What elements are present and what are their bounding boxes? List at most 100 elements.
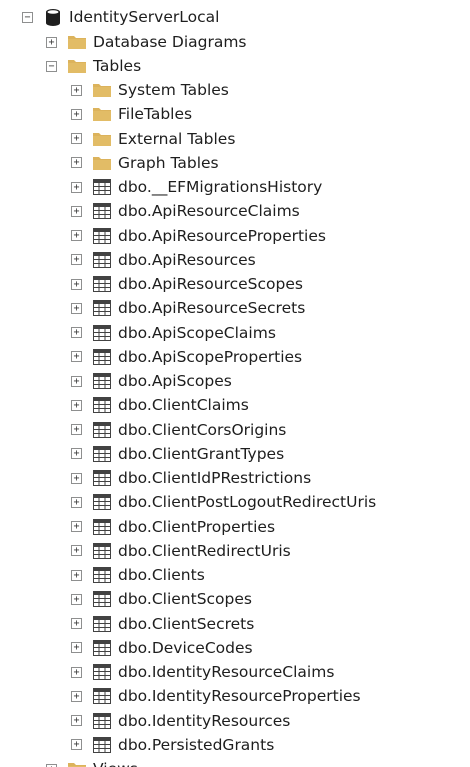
tree-node-table[interactable]: + dbo.Clients [71, 563, 205, 587]
expand-toggle[interactable]: + [71, 618, 82, 629]
tree-node-database[interactable]: − IdentityServerLocal [22, 5, 219, 29]
expand-toggle[interactable]: + [71, 545, 82, 557]
expand-toggle[interactable]: + [71, 399, 82, 411]
tree-node-table[interactable]: + dbo.ApiResources [71, 248, 256, 272]
folder-icon [92, 81, 112, 99]
table-icon [92, 372, 112, 390]
tree-node-table[interactable]: + dbo.ApiResourceClaims [71, 199, 300, 223]
tree-node-label: External Tables [118, 129, 236, 148]
table-icon [92, 712, 112, 730]
tree-node-label: dbo.ApiResourceClaims [118, 202, 300, 221]
expand-toggle[interactable]: + [71, 642, 82, 654]
table-icon [92, 663, 112, 681]
tree-node-label: dbo.ClientPostLogoutRedirectUris [118, 493, 377, 512]
tree-node-table[interactable]: + dbo.PersistedGrants [71, 733, 274, 757]
tree-node-table[interactable]: + dbo.IdentityResourceClaims [71, 660, 334, 684]
tree-node-label: Database Diagrams [93, 33, 247, 51]
tree-node-table[interactable]: + dbo.ClientSecrets [71, 612, 254, 636]
table-icon [92, 566, 112, 584]
table-icon [92, 615, 112, 633]
tree-node-label: dbo.ApiScopes [118, 372, 232, 390]
expand-toggle[interactable]: + [46, 36, 57, 48]
tree-node-table[interactable]: + dbo.ClientGrantTypes [71, 442, 284, 466]
tree-node-table[interactable]: + dbo.ClientPostLogoutRedirectUris [71, 490, 376, 514]
expand-toggle[interactable]: + [71, 496, 82, 508]
tree-node-table[interactable]: + dbo.ApiScopes [71, 369, 232, 393]
tree-node-table-folder[interactable]: + FileTables [71, 102, 192, 126]
tree-node-table[interactable]: + dbo.IdentityResources [71, 709, 290, 733]
table-icon [92, 518, 112, 536]
table-icon [92, 590, 112, 608]
expand-toggle[interactable]: + [71, 302, 82, 314]
expand-toggle[interactable]: + [71, 230, 82, 241]
tree-node-label: dbo.ClientSecrets [118, 614, 255, 633]
tree-node-label: dbo.ApiScopeClaims [118, 323, 276, 342]
table-icon [92, 202, 112, 220]
tree-node-label: dbo.__EFMigrationsHistory [118, 178, 323, 196]
tree-node-table-folder[interactable]: + External Tables [71, 127, 235, 151]
expand-toggle[interactable]: + [71, 472, 82, 484]
tree-node-database-diagrams[interactable]: + Database Diagrams [46, 30, 247, 54]
expand-toggle[interactable]: + [71, 666, 82, 678]
expand-toggle[interactable]: + [71, 424, 82, 435]
expand-toggle[interactable]: + [71, 351, 82, 363]
tree-node-label: dbo.DeviceCodes [118, 638, 253, 657]
tree-node-views[interactable]: + Views [46, 757, 166, 767]
tree-node-table[interactable]: + dbo.ClientCorsOrigins [71, 418, 286, 442]
table-icon [92, 299, 112, 317]
expand-toggle[interactable]: + [71, 327, 82, 338]
table-icon [92, 348, 112, 366]
expand-toggle[interactable]: + [71, 157, 82, 169]
folder-icon [92, 105, 112, 123]
tree-node-table[interactable]: + dbo.__EFMigrationsHistory [71, 175, 322, 199]
collapse-toggle[interactable]: − [46, 60, 57, 72]
tree-node-table[interactable]: + dbo.ApiResourceProperties [71, 224, 326, 248]
table-icon [92, 736, 112, 754]
tree-node-label: dbo.ApiResourceSecrets [118, 299, 306, 318]
expand-toggle[interactable]: + [71, 84, 82, 96]
expand-toggle[interactable]: + [71, 205, 82, 217]
tree-node-table-folder[interactable]: + Graph Tables [71, 151, 219, 175]
tree-node-label: dbo.ClientRedirectUris [118, 541, 291, 560]
expand-toggle[interactable]: + [71, 448, 82, 460]
tree-node-label: System Tables [118, 81, 229, 99]
tree-node-table[interactable]: + dbo.ClientClaims [71, 393, 249, 417]
expand-toggle[interactable]: + [71, 254, 82, 266]
expand-toggle[interactable]: + [71, 569, 82, 581]
expand-toggle[interactable]: + [71, 690, 82, 702]
table-icon [92, 445, 112, 463]
tree-node-table[interactable]: + dbo.ClientProperties [71, 515, 275, 539]
tree-node-label: Graph Tables [118, 153, 219, 172]
expand-toggle[interactable]: + [71, 593, 82, 605]
expand-toggle[interactable]: + [46, 763, 57, 767]
tree-node-table[interactable]: + dbo.DeviceCodes [71, 636, 253, 660]
database-icon [43, 8, 63, 26]
table-icon [92, 251, 112, 269]
expand-toggle[interactable]: + [71, 521, 82, 532]
tree-node-label: dbo.ClientProperties [118, 517, 276, 536]
tree-node-label: dbo.ClientIdPRestrictions [118, 469, 312, 487]
expand-toggle[interactable]: + [71, 739, 82, 751]
tree-node-tables[interactable]: − Tables [46, 54, 141, 78]
expand-toggle[interactable]: + [71, 715, 82, 726]
expand-toggle[interactable]: + [71, 133, 82, 144]
tree-node-table[interactable]: + dbo.IdentityResourceProperties [71, 684, 361, 708]
tree-node-label: dbo.ApiResourceProperties [118, 226, 326, 245]
expand-toggle[interactable]: + [71, 375, 82, 387]
expand-toggle[interactable]: + [71, 278, 82, 290]
tree-node-table[interactable]: + dbo.ApiScopeProperties [71, 345, 302, 369]
tree-node-table[interactable]: + dbo.ClientIdPRestrictions [71, 466, 311, 490]
tree-node-table[interactable]: + dbo.ClientRedirectUris [71, 539, 291, 563]
collapse-toggle[interactable]: − [22, 11, 33, 23]
tree-node-table-folder[interactable]: + System Tables [71, 78, 229, 102]
tree-node-table[interactable]: + dbo.ApiScopeClaims [71, 321, 276, 345]
expand-toggle[interactable]: + [71, 108, 82, 120]
table-icon [92, 275, 112, 293]
tree-node-label: Tables [93, 57, 142, 75]
tree-node-table[interactable]: + dbo.ClientScopes [71, 587, 252, 611]
expand-toggle[interactable]: + [71, 181, 82, 193]
tree-node-table[interactable]: + dbo.ApiResourceSecrets [71, 296, 305, 320]
tree-node-table[interactable]: + dbo.ApiResourceScopes [71, 272, 303, 296]
tree-node-label: Views [93, 757, 138, 767]
tree-node-label: IdentityServerLocal [69, 8, 220, 26]
